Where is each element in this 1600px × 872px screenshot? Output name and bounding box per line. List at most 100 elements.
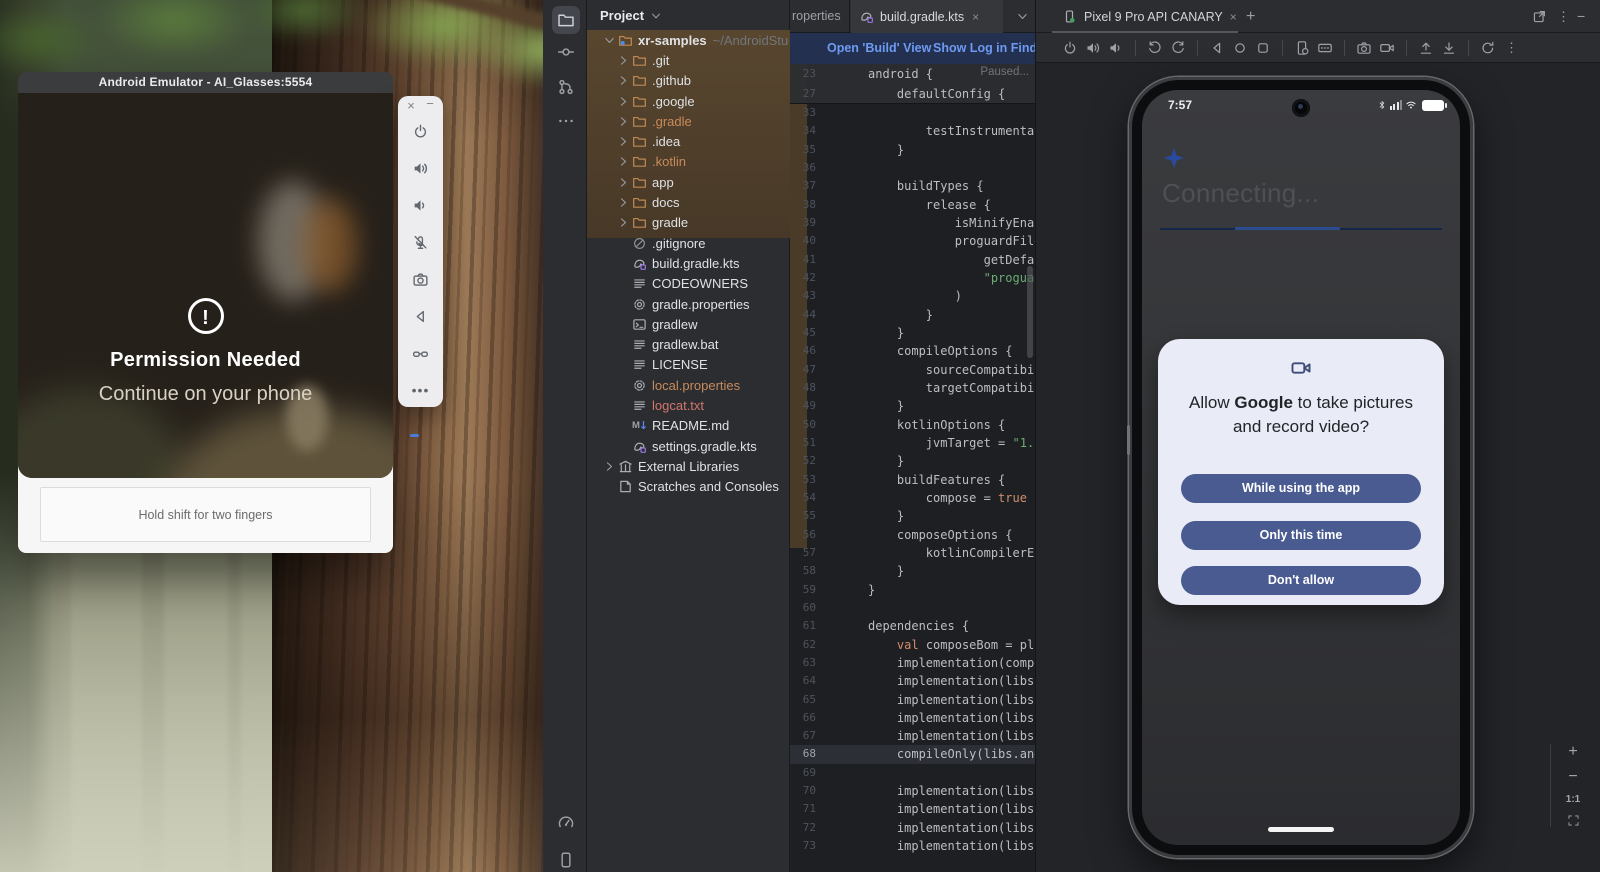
glasses-icon[interactable] [412, 345, 429, 362]
tree-item--kotlin[interactable]: .kotlin [587, 152, 789, 172]
zoom-out-button[interactable]: − [1568, 769, 1577, 785]
chevron-right-icon[interactable] [617, 115, 630, 128]
close-device-tab-icon[interactable]: × [1230, 10, 1237, 24]
chevron-right-icon[interactable] [617, 135, 630, 148]
tree-item-app[interactable]: app [587, 172, 789, 192]
code-line-40[interactable]: 40 proguardFiles( [790, 232, 1035, 250]
profiler-icon[interactable] [557, 813, 575, 831]
code-line-43[interactable]: 43 ) [790, 287, 1035, 305]
code-line-69[interactable]: 69 [790, 764, 1035, 782]
add-device-tab-button[interactable]: + [1246, 0, 1255, 33]
code-viewport[interactable]: 3334 testInstrumentationR35 }3637 buildT… [790, 104, 1035, 872]
vollo-icon[interactable] [412, 197, 429, 214]
code-line-52[interactable]: 52 } [790, 452, 1035, 470]
device-manager-icon[interactable] [557, 851, 575, 869]
code-line-34[interactable]: 34 testInstrumentationR [790, 122, 1035, 140]
code-line-57[interactable]: 57 kotlinCompilerExtens [790, 544, 1035, 562]
video-icon[interactable] [1379, 40, 1395, 56]
chevron-right-icon[interactable] [617, 196, 630, 209]
tree-item--git[interactable]: .git [587, 50, 789, 70]
code-line-61[interactable]: 61dependencies { [790, 617, 1035, 635]
code-line-72[interactable]: 72 implementation(libs.andr [790, 819, 1035, 837]
code-line-70[interactable]: 70 implementation(libs.mate [790, 782, 1035, 800]
code-editor[interactable]: roperties build.gradle.kts × Open 'Build… [790, 0, 1035, 872]
tree-item-gradlew[interactable]: gradlew [587, 314, 789, 334]
vcs-branches-icon[interactable] [557, 78, 575, 96]
code-line-67[interactable]: 67 implementation(libs.kotl [790, 727, 1035, 745]
zoom-fit-icon[interactable] [1567, 814, 1580, 827]
code-line-41[interactable]: 41 getDefaultPr [790, 251, 1035, 269]
download-icon[interactable] [1441, 40, 1457, 56]
code-line-51[interactable]: 51 jvmTarget = "1.8" [790, 434, 1035, 452]
rotr-icon[interactable] [1170, 40, 1186, 56]
power-icon[interactable] [1062, 40, 1078, 56]
more-options-icon[interactable]: ••• [398, 382, 443, 398]
close-tab-icon[interactable]: × [972, 10, 979, 24]
close-button[interactable]: × [403, 98, 419, 113]
code-line-66[interactable]: 66 implementation(libs.andr [790, 709, 1035, 727]
micoff-icon[interactable] [412, 234, 429, 251]
chevron-right-icon[interactable] [617, 155, 630, 168]
code-line-65[interactable]: 65 implementation(libs.andr [790, 691, 1035, 709]
tree-item-scratches-and-consoles[interactable]: Scratches and Consoles [587, 477, 789, 497]
hidden-tabs-chevron-icon[interactable] [1016, 10, 1029, 23]
device-tab-pixel-9-pro[interactable]: Pixel 9 Pro API CANARY × [1062, 0, 1237, 33]
code-line-68[interactable]: 68 compileOnly(libs.android [790, 745, 1035, 763]
code-line-44[interactable]: 44 } [790, 306, 1035, 324]
code-line-64[interactable]: 64 implementation(libs.andr [790, 672, 1035, 690]
code-line-63[interactable]: 63 implementation(composeBo [790, 654, 1035, 672]
tab-properties-partial[interactable]: roperties [790, 0, 850, 33]
tree-item-logcat-txt[interactable]: logcat.txt [587, 395, 789, 415]
open-build-view-link[interactable]: Open 'Build' View [827, 33, 931, 64]
vollo-icon[interactable] [1108, 40, 1124, 56]
code-line-60[interactable]: 60 [790, 599, 1035, 617]
code-line-62[interactable]: 62 val composeBom = platfor [790, 636, 1035, 654]
tree-item--gitignore[interactable]: .gitignore [587, 233, 789, 253]
more-icon[interactable]: ⋮ [1505, 40, 1518, 56]
minimize-button[interactable]: − [422, 96, 438, 111]
code-line-56[interactable]: 56 composeOptions { [790, 526, 1035, 544]
while-using-app-button[interactable]: While using the app [1181, 474, 1421, 503]
tree-item-local-properties[interactable]: local.properties [587, 375, 789, 395]
code-line-33[interactable]: 33 [790, 104, 1035, 122]
open-in-new-window-icon[interactable] [1532, 9, 1547, 24]
camera-icon[interactable] [412, 271, 429, 288]
show-log-in-finder-link[interactable]: Show Log in Finder [933, 33, 1035, 64]
tree-item--idea[interactable]: .idea [587, 131, 789, 151]
tree-item--google[interactable]: .google [587, 91, 789, 111]
code-line-36[interactable]: 36 [790, 159, 1035, 177]
code-line-37[interactable]: 37 buildTypes { [790, 177, 1035, 195]
tab-build-gradle-kts[interactable]: build.gradle.kts × [851, 0, 1003, 33]
oversq-icon[interactable] [1255, 40, 1271, 56]
tree-item-gradle[interactable]: gradle [587, 213, 789, 233]
code-line-49[interactable]: 49 } [790, 397, 1035, 415]
upload-icon[interactable] [1418, 40, 1434, 56]
tri-icon[interactable] [412, 308, 429, 325]
code-line-54[interactable]: 54 compose = true [790, 489, 1035, 507]
tree-item-settings-gradle-kts[interactable]: settings.gradle.kts [587, 436, 789, 456]
tree-item-license[interactable]: LICENSE [587, 355, 789, 375]
camera-icon[interactable] [1356, 40, 1372, 56]
more-tool-windows-icon[interactable] [557, 112, 575, 130]
project-view-icon[interactable] [557, 11, 575, 29]
code-line-73[interactable]: 73 implementation(libs.andr [790, 837, 1035, 855]
hide-panel-button[interactable]: − [1577, 0, 1585, 33]
chevron-right-icon[interactable] [617, 216, 630, 229]
chevron-right-icon[interactable] [617, 176, 630, 189]
tree-item-external-libraries[interactable]: External Libraries [587, 456, 789, 476]
chevron-right-icon[interactable] [617, 74, 630, 87]
code-line-35[interactable]: 35 } [790, 141, 1035, 159]
phone-screen[interactable]: 7:57 Connecting... A [1142, 90, 1460, 845]
restart-icon[interactable] [1480, 40, 1496, 56]
tree-item-xr-samples[interactable]: xr-samples~/AndroidStudioProj [587, 30, 789, 50]
power-icon[interactable] [412, 123, 429, 140]
code-line-42[interactable]: 42 "proguard-ru [790, 269, 1035, 287]
tree-item--gradle[interactable]: .gradle [587, 111, 789, 131]
only-this-time-button[interactable]: Only this time [1181, 521, 1421, 550]
dont-allow-button[interactable]: Don't allow [1181, 566, 1421, 595]
code-line-38[interactable]: 38 release { [790, 196, 1035, 214]
volhi-icon[interactable] [1085, 40, 1101, 56]
tree-item-codeowners[interactable]: CODEOWNERS [587, 274, 789, 294]
commit-view-icon[interactable] [557, 43, 575, 61]
zoom-reset-button[interactable]: 1:1 [1566, 794, 1580, 805]
